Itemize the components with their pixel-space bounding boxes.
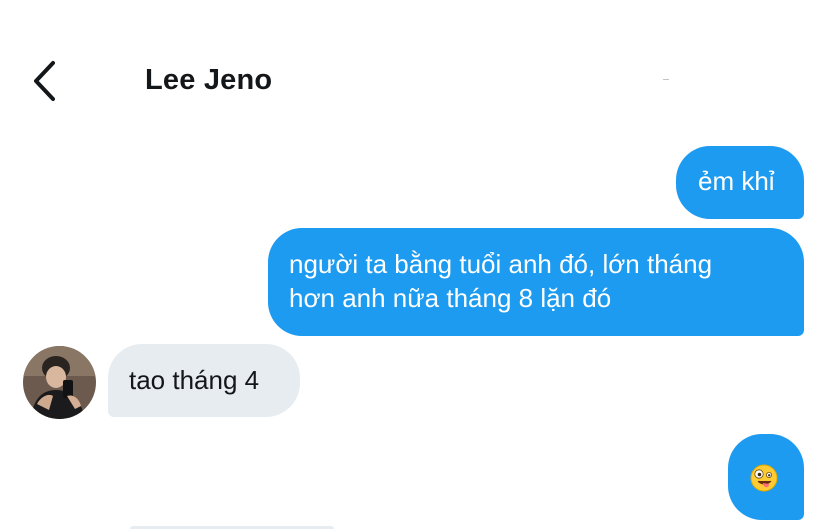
back-button[interactable] [22, 56, 66, 106]
message-bubble-outgoing[interactable]: ẻm khỉ [676, 146, 804, 219]
message-bubble-outgoing[interactable]: người ta bằng tuổi anh đó, lớn tháng hơn… [268, 228, 804, 336]
message-bubble-incoming[interactable]: tao tháng 4 [108, 344, 300, 417]
conversation-title[interactable]: Lee Jeno [145, 62, 272, 98]
contact-avatar[interactable] [23, 346, 96, 419]
chevron-left-icon [34, 61, 55, 101]
message-text: tao tháng 4 [129, 365, 260, 395]
message-text-line: hơn anh nữa tháng 8 lặn đó [289, 283, 612, 313]
conversation-header: Lee Jeno [0, 0, 828, 140]
avatar-photo [23, 346, 96, 419]
header-divider-mark [663, 79, 669, 80]
message-text: ẻm khỉ [698, 166, 775, 196]
message-bubble-outgoing[interactable] [728, 434, 804, 520]
zany-face-emoji [750, 464, 778, 492]
message-text-line: người ta bằng tuổi anh đó, lớn tháng [289, 249, 713, 279]
